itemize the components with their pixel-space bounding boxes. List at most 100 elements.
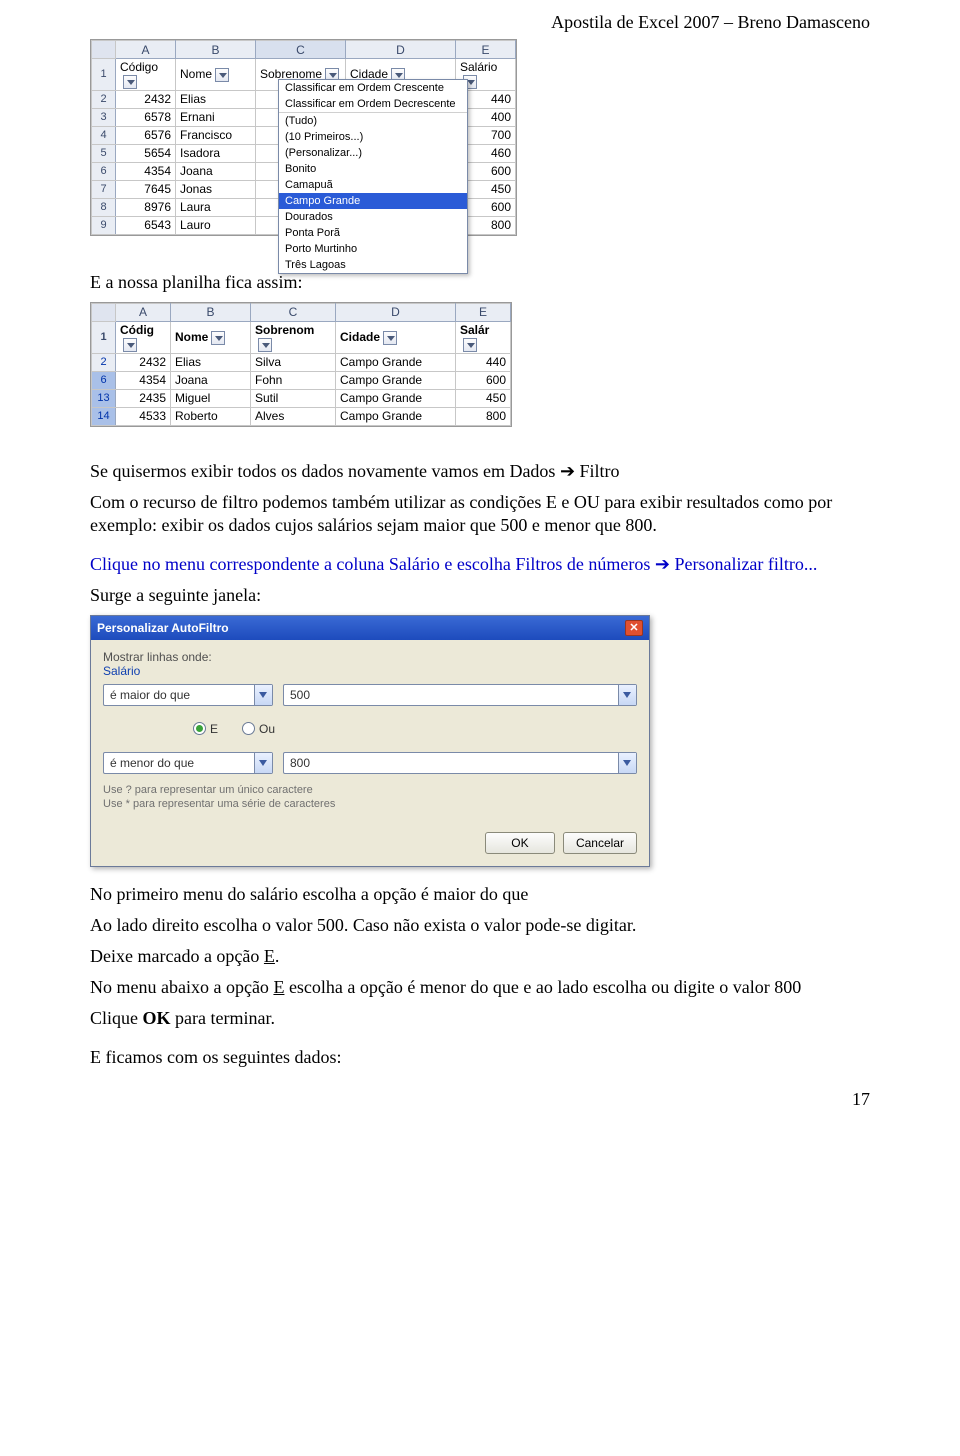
row-header[interactable]: 5 xyxy=(92,144,116,162)
col-c[interactable]: C xyxy=(256,41,346,59)
cell[interactable]: Salár xyxy=(456,321,511,353)
filter-item-sort-desc[interactable]: Classificar em Ordem Decrescente xyxy=(279,96,467,112)
filter-item-all[interactable]: (Tudo) xyxy=(279,112,467,129)
cell[interactable]: 440 xyxy=(456,353,511,371)
cell[interactable]: 600 xyxy=(456,371,511,389)
cell[interactable]: Elias xyxy=(176,90,256,108)
filter-item-top10[interactable]: (10 Primeiros...) xyxy=(279,129,467,145)
cell[interactable]: Campo Grande xyxy=(336,371,456,389)
row-header[interactable]: 8 xyxy=(92,198,116,216)
cell[interactable]: Miguel xyxy=(171,389,251,407)
value-1-combo[interactable]: 500 xyxy=(283,684,637,706)
row-header[interactable]: 14 xyxy=(92,407,116,425)
select-all-corner[interactable] xyxy=(92,41,116,59)
cell[interactable]: 7645 xyxy=(116,180,176,198)
cell[interactable]: Código xyxy=(116,59,176,91)
cell[interactable]: 4533 xyxy=(116,407,171,425)
filter-dropdown[interactable] xyxy=(123,338,137,352)
filter-dropdown[interactable] xyxy=(123,75,137,89)
filter-item-selected[interactable]: Campo Grande xyxy=(279,193,467,209)
cell[interactable]: 4354 xyxy=(116,371,171,389)
cell[interactable]: Elias xyxy=(171,353,251,371)
col-a[interactable]: A xyxy=(116,303,171,321)
cell[interactable]: Sutil xyxy=(251,389,336,407)
filter-item-custom[interactable]: (Personalizar...) xyxy=(279,145,467,161)
chevron-down-icon[interactable] xyxy=(254,685,272,705)
cell[interactable]: Campo Grande xyxy=(336,407,456,425)
row-header[interactable]: 7 xyxy=(92,180,116,198)
cell[interactable]: Nome xyxy=(176,59,256,91)
col-e[interactable]: E xyxy=(456,41,516,59)
cell[interactable]: Campo Grande xyxy=(336,389,456,407)
cell[interactable]: 6576 xyxy=(116,126,176,144)
col-d[interactable]: D xyxy=(346,41,456,59)
row-header[interactable]: 6 xyxy=(92,162,116,180)
cell[interactable]: Nome xyxy=(171,321,251,353)
col-b[interactable]: B xyxy=(171,303,251,321)
filter-dropdown[interactable] xyxy=(215,68,229,82)
cell[interactable]: Laura xyxy=(176,198,256,216)
filter-dropdown[interactable] xyxy=(463,338,477,352)
filter-item[interactable]: Camapuã xyxy=(279,177,467,193)
ok-button[interactable]: OK xyxy=(485,832,555,854)
cell[interactable]: 2432 xyxy=(116,353,171,371)
cell[interactable]: 450 xyxy=(456,389,511,407)
select-all-corner[interactable] xyxy=(92,303,116,321)
cell[interactable]: Francisco xyxy=(176,126,256,144)
value-2-combo[interactable]: 800 xyxy=(283,752,637,774)
cell[interactable]: Isadora xyxy=(176,144,256,162)
cell[interactable]: Cidade xyxy=(336,321,456,353)
cell[interactable]: Campo Grande xyxy=(336,353,456,371)
operator-2-combo[interactable]: é menor do que xyxy=(103,752,273,774)
cell[interactable]: 800 xyxy=(456,407,511,425)
cell[interactable]: 2435 xyxy=(116,389,171,407)
col-d[interactable]: D xyxy=(336,303,456,321)
chevron-down-icon[interactable] xyxy=(618,753,636,773)
cell[interactable]: Ernani xyxy=(176,108,256,126)
col-c[interactable]: C xyxy=(251,303,336,321)
cancel-button[interactable]: Cancelar xyxy=(563,832,637,854)
col-e[interactable]: E xyxy=(456,303,511,321)
filter-item[interactable]: Ponta Porã xyxy=(279,225,467,241)
cell[interactable]: 6578 xyxy=(116,108,176,126)
cell[interactable]: 8976 xyxy=(116,198,176,216)
row-header[interactable]: 1 xyxy=(92,321,116,353)
row-header[interactable]: 13 xyxy=(92,389,116,407)
cell[interactable]: Lauro xyxy=(176,216,256,234)
operator-1-combo[interactable]: é maior do que xyxy=(103,684,273,706)
close-icon[interactable]: ✕ xyxy=(625,620,643,636)
radio-and[interactable]: E xyxy=(193,722,218,736)
row-header[interactable]: 9 xyxy=(92,216,116,234)
cell[interactable]: Roberto xyxy=(171,407,251,425)
chevron-down-icon[interactable] xyxy=(618,685,636,705)
row-header[interactable]: 2 xyxy=(92,90,116,108)
filter-item[interactable]: Porto Murtinho xyxy=(279,241,467,257)
filter-item[interactable]: Três Lagoas xyxy=(279,257,467,273)
row-header[interactable]: 3 xyxy=(92,108,116,126)
cell[interactable]: 4354 xyxy=(116,162,176,180)
filter-dropdown[interactable] xyxy=(258,338,272,352)
cell[interactable]: Sobrenom xyxy=(251,321,336,353)
filter-item-sort-asc[interactable]: Classificar em Ordem Crescente xyxy=(279,80,467,96)
cell[interactable]: 5654 xyxy=(116,144,176,162)
cell[interactable]: Joana xyxy=(176,162,256,180)
cell[interactable]: Fohn xyxy=(251,371,336,389)
cell[interactable]: Códig xyxy=(116,321,171,353)
col-b[interactable]: B xyxy=(176,41,256,59)
cell[interactable]: Joana xyxy=(171,371,251,389)
row-header[interactable]: 6 xyxy=(92,371,116,389)
chevron-down-icon[interactable] xyxy=(254,753,272,773)
cell[interactable]: 2432 xyxy=(116,90,176,108)
row-header[interactable]: 2 xyxy=(92,353,116,371)
cell[interactable]: 6543 xyxy=(116,216,176,234)
filter-item[interactable]: Dourados xyxy=(279,209,467,225)
filter-dropdown[interactable] xyxy=(383,331,397,345)
cell[interactable]: Silva xyxy=(251,353,336,371)
cell[interactable]: Alves xyxy=(251,407,336,425)
filter-item[interactable]: Bonito xyxy=(279,161,467,177)
col-a[interactable]: A xyxy=(116,41,176,59)
filter-dropdown[interactable] xyxy=(211,331,225,345)
cell[interactable]: Jonas xyxy=(176,180,256,198)
radio-or[interactable]: Ou xyxy=(242,722,275,736)
row-header[interactable]: 1 xyxy=(92,59,116,91)
